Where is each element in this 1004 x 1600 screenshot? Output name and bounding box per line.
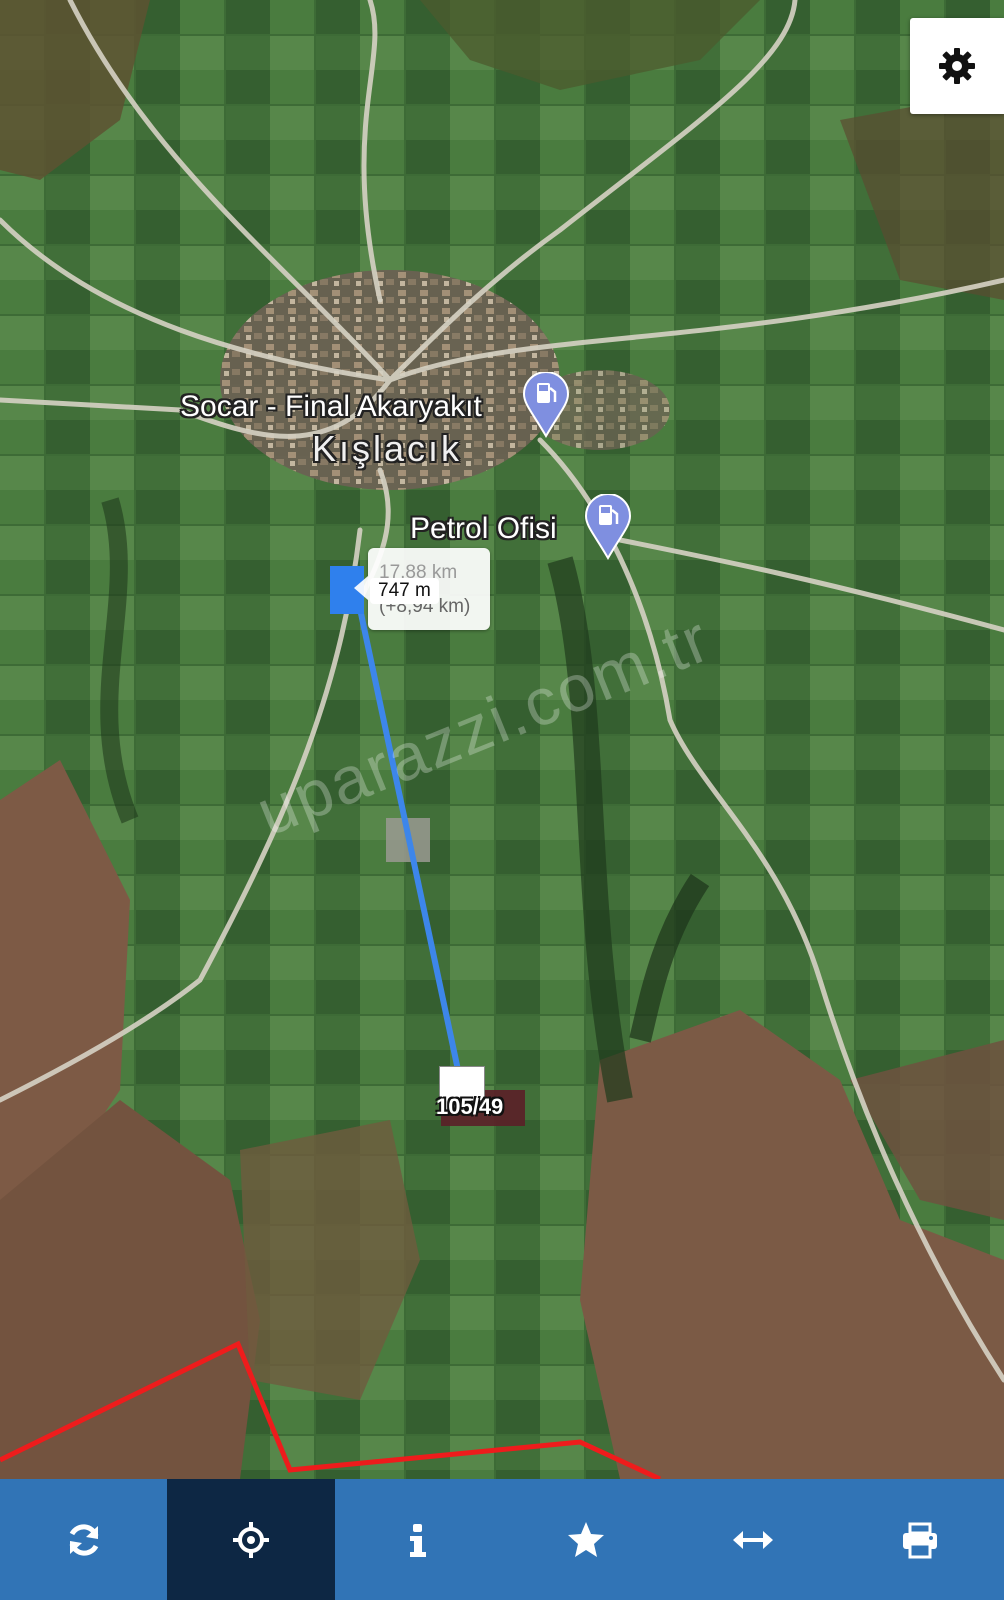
parcel-label: 105/49 <box>436 1094 504 1119</box>
favorite-button[interactable] <box>502 1479 669 1600</box>
measure-button[interactable] <box>669 1479 836 1600</box>
poi-label-petrol-ofisi[interactable]: Petrol Ofisi <box>410 512 557 546</box>
gear-icon <box>939 48 975 84</box>
info-icon <box>410 1523 427 1557</box>
tooltip-pointer <box>354 576 368 600</box>
measure-arrows-icon <box>732 1530 773 1549</box>
print-icon <box>903 1522 938 1558</box>
settings-button[interactable] <box>910 18 1004 114</box>
refresh-icon <box>69 1523 99 1556</box>
measurement-tooltip: 17,88 km (+8,94 km) 747 m <box>354 548 490 630</box>
fuel-pump-pin-icon[interactable] <box>522 372 570 438</box>
locate-crosshair-icon <box>232 1521 269 1558</box>
star-icon <box>567 1521 604 1557</box>
info-button[interactable] <box>335 1479 502 1600</box>
satellite-map[interactable]: Socar - Final Akaryakıt Kışlacık Petrol … <box>0 0 1004 1479</box>
print-button[interactable] <box>837 1479 1004 1600</box>
measure-segment-distance: 747 m <box>370 578 439 604</box>
refresh-button[interactable] <box>0 1479 167 1600</box>
village-label: Kışlacık <box>312 428 463 469</box>
locate-button[interactable] <box>167 1479 335 1600</box>
bottom-toolbar <box>0 1479 1004 1600</box>
poi-label-socar[interactable]: Socar - Final Akaryakıt <box>180 390 482 424</box>
fuel-pump-pin-icon[interactable] <box>584 494 632 560</box>
